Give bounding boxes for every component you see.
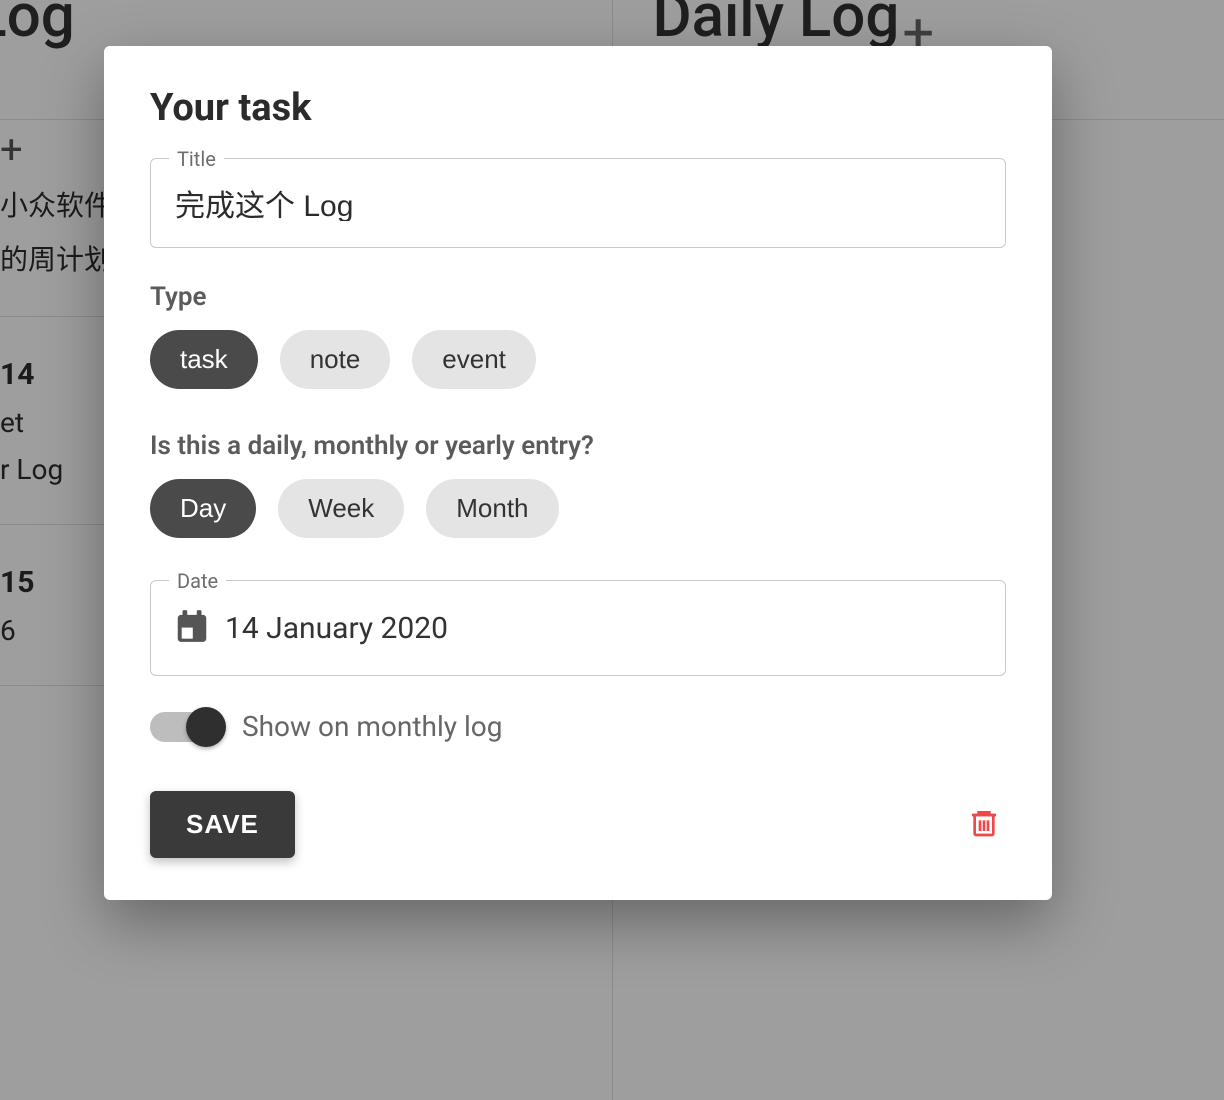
period-label: Is this a daily, monthly or yearly entry… — [150, 431, 1006, 461]
title-input[interactable] — [173, 185, 983, 221]
task-modal: Your task Title Type task note event Is … — [104, 46, 1052, 900]
monthly-toggle[interactable] — [150, 712, 222, 742]
delete-button[interactable] — [962, 800, 1006, 849]
monthly-toggle-label: Show on monthly log — [242, 710, 502, 743]
date-field-label: Date — [169, 569, 226, 593]
save-button[interactable]: SAVE — [150, 791, 295, 858]
monthly-toggle-row: Show on monthly log — [150, 710, 1006, 743]
type-chip-task[interactable]: task — [150, 330, 258, 389]
modal-footer: SAVE — [150, 791, 1006, 858]
calendar-icon — [173, 607, 211, 649]
period-chip-month[interactable]: Month — [426, 479, 558, 538]
toggle-knob — [186, 707, 226, 747]
title-field[interactable]: Title — [150, 158, 1006, 248]
period-chip-row: Day Week Month — [150, 479, 1006, 538]
date-field[interactable]: Date 14 January 2020 — [150, 580, 1006, 676]
type-label: Type — [150, 282, 1006, 312]
trash-icon — [968, 828, 1000, 843]
period-chip-day[interactable]: Day — [150, 479, 256, 538]
type-chip-event[interactable]: event — [412, 330, 536, 389]
title-field-label: Title — [169, 147, 224, 171]
period-chip-week[interactable]: Week — [278, 479, 404, 538]
type-chip-note[interactable]: note — [280, 330, 391, 389]
modal-heading: Your task — [150, 86, 1006, 130]
type-chip-row: task note event — [150, 330, 1006, 389]
date-value: 14 January 2020 — [225, 611, 448, 646]
